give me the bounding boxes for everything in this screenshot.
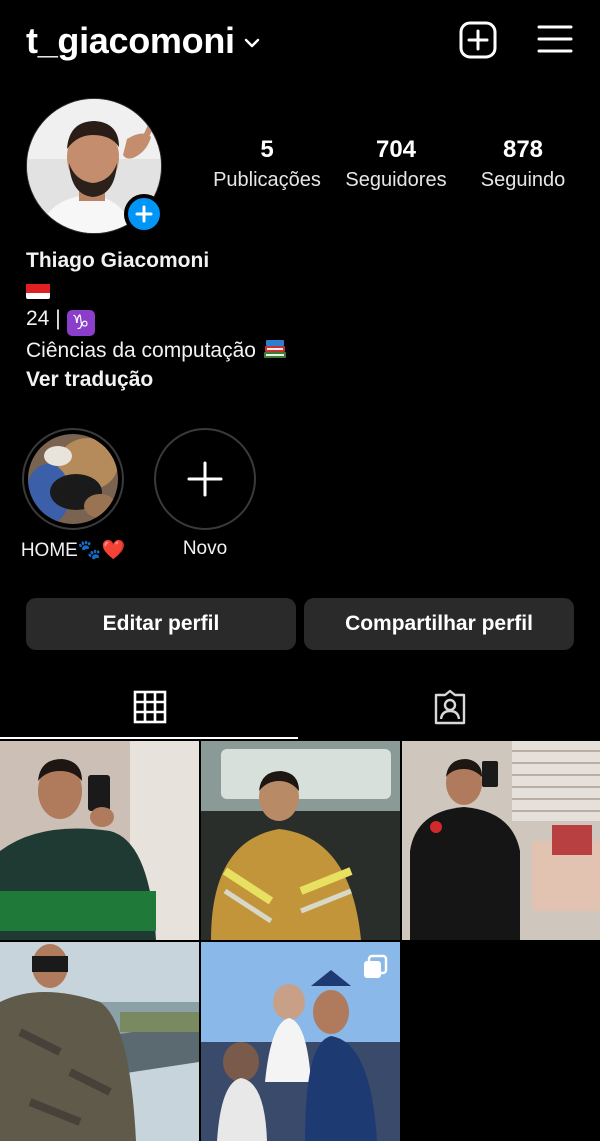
indonesia-flag-icon [26,281,50,300]
multiple-photos-icon [364,954,388,978]
post-thumbnail-1[interactable] [0,741,199,940]
age-text: 24 | [26,307,61,330]
share-profile-button[interactable]: Compartilhar perfil [304,598,574,650]
plus-icon [187,461,223,497]
content-tabs [0,676,600,740]
top-bar: t_giacomoni [0,0,600,80]
highlight-label: HOME🐾❤️ [20,540,126,561]
profile-bio: Thiago Giacomoni 24 | ♑ Ciências da comp… [26,246,566,394]
tab-tagged[interactable] [300,676,600,738]
stat-posts[interactable]: 5 Publicações [200,136,334,196]
posts-grid [0,741,600,1141]
posts-count: 5 [260,136,274,163]
plus-icon [135,205,153,223]
bio-occupation-line: Ciências da computação [26,336,566,365]
new-highlight-circle [154,428,256,530]
see-translation-link[interactable]: Ver tradução [26,365,566,394]
books-icon [263,340,286,358]
post-thumbnail-3[interactable] [402,741,600,940]
stat-following[interactable]: 878 Seguindo [462,136,584,196]
tagged-icon [434,689,466,725]
profile-stats: 5 Publicações 704 Seguidores 878 Seguind… [200,136,590,196]
bio-flag-line [26,275,566,304]
account-switcher[interactable]: t_giacomoni [26,20,261,62]
edit-profile-button[interactable]: Editar perfil [26,598,296,650]
bio-age-line: 24 | ♑ [26,304,566,336]
followers-label: Seguidores [345,169,447,191]
post-thumbnail-2[interactable] [201,741,400,940]
highlight-new[interactable]: Novo [152,428,258,560]
active-tab-indicator [0,737,298,739]
highlight-home[interactable]: HOME🐾❤️ [20,428,126,562]
following-count: 878 [502,136,544,163]
profile-name: Thiago Giacomoni [26,249,210,272]
post-thumbnail-5[interactable] [201,942,400,1141]
stat-followers[interactable]: 704 Seguidores [334,136,458,196]
posts-label: Publicações [213,169,321,191]
hamburger-menu-icon[interactable] [536,22,574,56]
username: t_giacomoni [26,20,235,61]
capricorn-icon: ♑ [66,310,95,336]
plus-square-icon[interactable] [458,20,498,60]
profile-avatar[interactable] [26,98,164,236]
add-story-button[interactable] [124,194,164,234]
post-thumbnail-4[interactable] [0,942,199,1141]
following-label: Seguindo [480,169,566,191]
highlight-cover [22,428,124,530]
grid-icon [133,690,167,724]
chevron-down-icon [244,38,259,48]
followers-count: 704 [375,136,417,163]
tab-posts-grid[interactable] [0,676,300,738]
highlight-label: Novo [182,538,228,559]
occupation-text: Ciências da computação [26,339,256,362]
